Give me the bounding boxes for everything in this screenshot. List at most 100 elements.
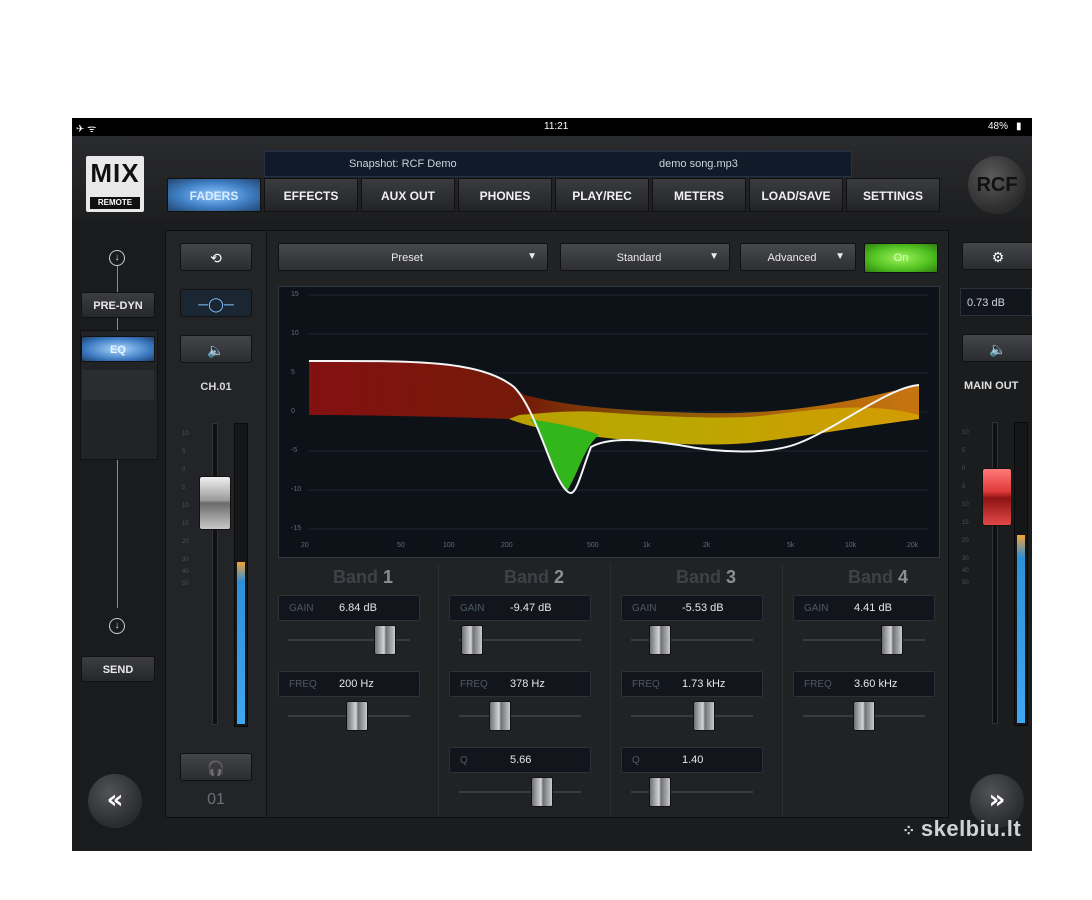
y-tick-label: -15 [291, 525, 302, 532]
routing-in-icon: ↓ [109, 250, 125, 266]
band-2-q-field[interactable]: Q 5.66 [449, 747, 591, 773]
eq-curve-svg [308, 294, 929, 530]
band-4-freq-field[interactable]: FREQ 3.60 kHz [793, 671, 935, 697]
eq-button[interactable]: EQ [81, 336, 155, 362]
watermark-label: skelbiu.lt [920, 816, 1022, 841]
band-2-gain-slider[interactable] [459, 625, 581, 655]
tab-play-rec[interactable]: PLAY/REC [555, 178, 649, 212]
speaker-mute-icon: 🔈 [989, 341, 1007, 357]
slider-knob[interactable] [693, 701, 715, 731]
slider-knob[interactable] [489, 701, 511, 731]
band-3-freq-slider[interactable] [631, 701, 753, 731]
settings-button[interactable]: ⚙ [962, 242, 1032, 270]
send-button[interactable]: SEND [81, 656, 155, 682]
band-4-gain-field[interactable]: GAIN 4.41 dB [793, 595, 935, 621]
eq-curve-graph[interactable]: 15 10 5 0 -5 -10 -15 20 50 100 200 500 1k 2k 5k 10k 20k [278, 286, 940, 558]
x-tick-label: 20k [907, 542, 919, 549]
band-1-gain-slider[interactable] [288, 625, 410, 655]
channel-strip: ⟲ ─◯─ 🔈 CH.01 10 5 0 5 10 15 20 30 40 50 🎧 01 [166, 231, 267, 817]
gain-label: GAIN [289, 603, 314, 614]
view-mode-dropdown[interactable]: Advanced ▼ [740, 243, 856, 271]
pan-knob-icon: ─◯─ [198, 296, 234, 312]
band-2-freq-slider[interactable] [459, 701, 581, 731]
band-1-freq-field[interactable]: FREQ 200 Hz [278, 671, 420, 697]
x-tick-label: 50 [397, 542, 405, 549]
x-tick-label: 20 [301, 542, 309, 549]
band-3-gain-field[interactable]: GAIN -5.53 dB [621, 595, 763, 621]
eq-type-dropdown[interactable]: Standard ▼ [560, 243, 730, 271]
fader-scale: 10 5 0 5 10 15 20 30 40 50 [182, 431, 189, 587]
q-label: Q [632, 755, 640, 766]
slider-knob[interactable] [461, 625, 483, 655]
empty-slot[interactable] [82, 370, 154, 400]
band-2-freq-field[interactable]: FREQ 378 Hz [449, 671, 591, 697]
band-1-title-word: Band [332, 567, 378, 587]
preset-label: Preset [391, 252, 423, 264]
tab-settings[interactable]: SETTINGS [846, 178, 940, 212]
band-divider [610, 563, 611, 817]
band-1-number: 1 [383, 567, 394, 587]
band-3-title: Band 3 [621, 567, 791, 588]
snapshot-info-bar: Snapshot: RCF Demo demo song.mp3 [264, 151, 852, 177]
channel-name: CH.01 [200, 381, 232, 393]
band-4-gain-slider[interactable] [803, 625, 925, 655]
tab-aux-out[interactable]: AUX OUT [361, 178, 455, 212]
battery-level: 48% [988, 121, 1009, 132]
band-3-number: 3 [726, 567, 737, 587]
tab-meters[interactable]: METERS [652, 178, 746, 212]
mute-button[interactable]: 🔈 [180, 335, 252, 363]
y-tick-label: 5 [291, 369, 295, 376]
slider-knob[interactable] [853, 701, 875, 731]
x-tick-label: 100 [443, 542, 455, 549]
band-1-gain-field[interactable]: GAIN 6.84 dB [278, 595, 420, 621]
slider-knob[interactable] [374, 625, 396, 655]
freq-label: FREQ [632, 679, 660, 690]
band-4-title-word: Band [847, 567, 893, 587]
logo-text: MIX [90, 158, 140, 188]
x-tick-label: 500 [587, 542, 599, 549]
gain-label: GAIN [804, 603, 829, 614]
band-2-gain-value: -9.47 dB [510, 602, 552, 614]
pre-dyn-button[interactable]: PRE-DYN [81, 292, 155, 318]
band-3-freq-field[interactable]: FREQ 1.73 kHz [621, 671, 763, 697]
undo-button[interactable]: ⟲ [180, 243, 252, 271]
channel-meter [234, 423, 248, 727]
channel-meter-level [237, 562, 245, 724]
band-2-gain-field[interactable]: GAIN -9.47 dB [449, 595, 591, 621]
routing-strip: ↓ ↓ PRE-DYN EQ SEND « [72, 220, 164, 851]
main-fader-scale: 10 5 0 5 10 15 20 30 40 50 [962, 430, 969, 586]
x-tick-label: 200 [501, 542, 513, 549]
band-2-q-slider[interactable] [459, 777, 581, 807]
band-3-gain-slider[interactable] [631, 625, 753, 655]
band-4-controls: Band 4 GAIN 4.41 dB FREQ 3.60 kHz [793, 563, 963, 817]
slider-knob[interactable] [649, 777, 671, 807]
band-4-freq-slider[interactable] [803, 701, 925, 731]
routing-out-icon: ↓ [109, 618, 125, 634]
tab-faders[interactable]: FADERS [167, 178, 261, 212]
snapshot-name: Snapshot: RCF Demo [349, 158, 457, 170]
preset-dropdown[interactable]: Preset ▼ [278, 243, 548, 271]
mix-remote-logo: MIX REMOTE [86, 156, 144, 212]
slider-knob[interactable] [346, 701, 368, 731]
headphone-solo-button[interactable]: 🎧 [180, 753, 252, 781]
band-3-q-slider[interactable] [631, 777, 753, 807]
slider-knob[interactable] [881, 625, 903, 655]
tab-load-save[interactable]: LOAD/SAVE [749, 178, 843, 212]
scroll-left-button[interactable]: « [88, 774, 142, 828]
band-2-number: 2 [554, 567, 565, 587]
y-tick-label: 15 [291, 291, 299, 298]
pan-control[interactable]: ─◯─ [180, 289, 252, 317]
band-3-gain-value: -5.53 dB [682, 602, 724, 614]
eq-on-button[interactable]: On [864, 243, 938, 273]
chevron-down-icon: ▼ [527, 251, 537, 262]
status-bar: ✈ ᯤ 11:21 48% ▮ [72, 118, 1032, 136]
channel-fader-knob[interactable] [199, 476, 231, 530]
band-1-freq-slider[interactable] [288, 701, 410, 731]
main-mute-button[interactable]: 🔈 [962, 334, 1032, 362]
slider-knob[interactable] [649, 625, 671, 655]
tab-effects[interactable]: EFFECTS [264, 178, 358, 212]
band-3-q-field[interactable]: Q 1.40 [621, 747, 763, 773]
tab-phones[interactable]: PHONES [458, 178, 552, 212]
main-fader-knob[interactable] [982, 468, 1012, 526]
slider-knob[interactable] [531, 777, 553, 807]
